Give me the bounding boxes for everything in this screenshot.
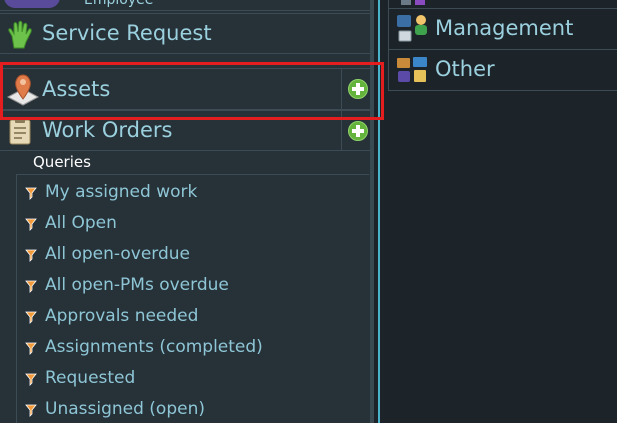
funnel-pin-icon — [25, 372, 37, 391]
add-cell — [341, 111, 370, 150]
nav-label: Assets — [42, 77, 111, 101]
left-panel: Employee Service Request Assets Work Ord… — [0, 0, 370, 423]
nav-label: Service Request — [42, 21, 212, 45]
right-panel: Management Other — [388, 0, 617, 423]
panel-splitter[interactable] — [370, 0, 374, 423]
add-cell — [341, 69, 370, 109]
nav-label: Work Orders — [42, 118, 173, 142]
funnel-pin-icon — [25, 186, 37, 205]
splitter-line — [378, 0, 380, 423]
nav-assets[interactable]: Assets — [0, 68, 370, 110]
right-item-other[interactable]: Other — [388, 50, 617, 91]
right-item-label: Other — [435, 57, 495, 81]
funnel-pin-icon — [25, 341, 37, 360]
clipboard-icon — [6, 116, 34, 150]
nav-service-request[interactable]: Service Request — [0, 13, 370, 54]
right-row-partial[interactable] — [388, 0, 617, 9]
right-item-management[interactable]: Management — [388, 9, 617, 50]
hand-icon — [6, 20, 34, 54]
other-icon — [395, 54, 431, 90]
funnel-pin-icon — [25, 279, 37, 298]
management-icon — [395, 13, 431, 49]
right-item-label: Management — [435, 16, 574, 40]
funnel-pin-icon — [25, 403, 37, 422]
funnel-pin-icon — [25, 217, 37, 236]
add-asset-button[interactable] — [348, 79, 368, 99]
employee-badge — [4, 0, 60, 8]
queries-list: My assigned work All Open All open-overd… — [16, 174, 369, 423]
nav-work-orders[interactable]: Work Orders — [0, 110, 370, 151]
top-partial-row[interactable]: Employee — [0, 0, 370, 11]
top-partial-label: Employee — [84, 0, 154, 8]
map-pin-icon — [6, 73, 40, 111]
queries-heading: Queries — [33, 153, 91, 171]
add-work-order-button[interactable] — [348, 120, 368, 141]
funnel-pin-icon — [25, 248, 37, 267]
funnel-pin-icon — [25, 310, 37, 329]
